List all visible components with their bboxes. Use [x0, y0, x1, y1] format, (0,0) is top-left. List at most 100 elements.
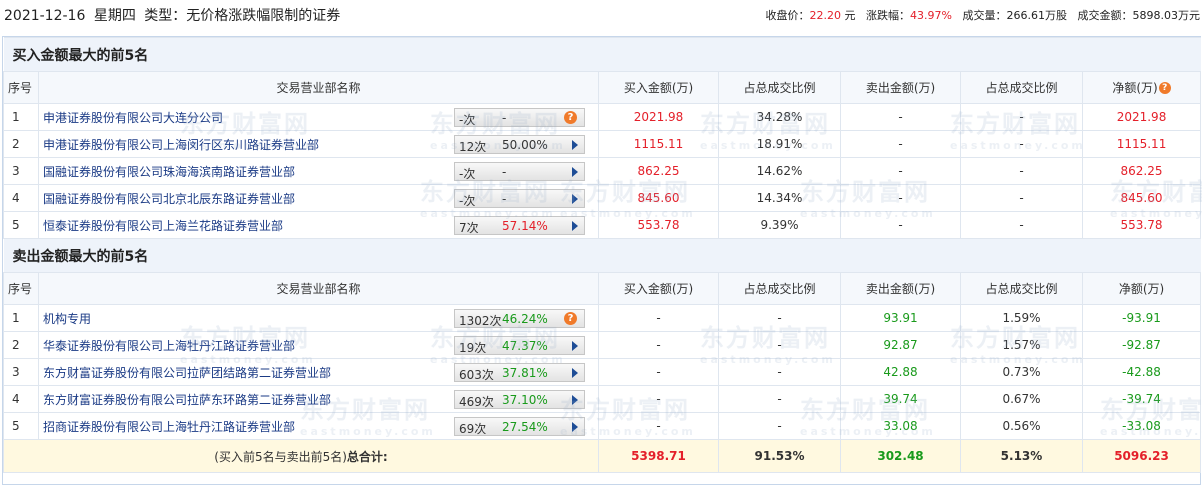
- broker-name-cell: 东方财富证券股份有限公司拉萨团结路第二证券营业部 603次 37.81%: [38, 358, 599, 386]
- net-amount: -33.08: [1081, 412, 1202, 440]
- broker-name-cell: 申港证券股份有限公司上海闵行区东川路证券营业部 12次 50.00%: [38, 130, 599, 158]
- table-row: 5 恒泰证券股份有限公司上海兰花路证券营业部 7次 57.14% 553.78 9.39%…: [3, 211, 1202, 239]
- win-rate: 50.00%: [502, 138, 548, 152]
- col-idx: 序号: [3, 272, 39, 305]
- broker-name-cell: 招商证券股份有限公司上海牡丹江路证券营业部 69次 27.54%: [38, 412, 599, 440]
- sell-amount: -: [840, 157, 961, 185]
- broker-name-cell: 机构专用 1302次 46.24%?: [38, 304, 599, 332]
- broker-history-pill[interactable]: 12次 50.00%: [454, 135, 585, 154]
- total-label-prefix: (买入前5名与卖出前5名): [214, 449, 347, 464]
- arrow-right-icon[interactable]: [572, 368, 578, 378]
- arrow-right-icon[interactable]: [572, 422, 578, 432]
- col-idx: 序号: [3, 71, 39, 104]
- change-label: 涨跌幅：: [866, 9, 911, 22]
- amount-label: 成交金额：: [1077, 9, 1133, 22]
- net-amount: 1115.11: [1081, 130, 1202, 158]
- listing-count: -次: [459, 194, 476, 208]
- broker-name-link[interactable]: 招商证券股份有限公司上海牡丹江路证券营业部: [43, 420, 295, 434]
- buy-amount: -: [598, 358, 719, 386]
- broker-name-cell: 华泰证券股份有限公司上海牡丹江路证券营业部 19次 47.37%: [38, 331, 599, 359]
- arrow-right-icon[interactable]: [572, 194, 578, 204]
- sell-amount: -: [840, 184, 961, 212]
- broker-name-link[interactable]: 华泰证券股份有限公司上海牡丹江路证券营业部: [43, 339, 295, 353]
- question-icon[interactable]: ?: [564, 111, 577, 124]
- buy-pct: -: [718, 358, 841, 386]
- win-rate: 37.10%: [502, 393, 548, 407]
- buy-amount: -: [598, 412, 719, 440]
- row-index: 3: [3, 358, 39, 386]
- broker-history-pill[interactable]: 469次 37.10%: [454, 390, 585, 409]
- arrow-right-icon[interactable]: [572, 221, 578, 231]
- col-buy: 买入金额(万): [598, 71, 719, 104]
- broker-name-cell: 国融证券股份有限公司北京北辰东路证券营业部 -次 -: [38, 184, 599, 212]
- win-rate: -: [502, 192, 507, 206]
- broker-name-cell: 国融证券股份有限公司珠海海滨南路证券营业部 -次 -: [38, 157, 599, 185]
- broker-history-pill[interactable]: 7次 57.14%: [454, 216, 585, 235]
- table-row: 2 申港证券股份有限公司上海闵行区东川路证券营业部 12次 50.00% 1115.11…: [3, 130, 1202, 158]
- col-net: 净额(万)?: [1081, 71, 1202, 104]
- sell-section-title: 卖出金额最大的前5名: [3, 238, 1201, 273]
- net-amount: 2021.98: [1081, 103, 1202, 131]
- table-row: 1 申港证券股份有限公司大连分公司 -次 -? 2021.98 34.28% - -2021.…: [3, 103, 1202, 131]
- arrow-right-icon[interactable]: [572, 140, 578, 150]
- col-name: 交易营业部名称: [38, 71, 599, 104]
- broker-history-pill[interactable]: -次 -?: [454, 108, 585, 127]
- arrow-right-icon[interactable]: [572, 167, 578, 177]
- buy-pct: 14.62%: [718, 157, 841, 185]
- net-amount: -93.91: [1081, 304, 1202, 332]
- total-label: (买入前5名与卖出前5名)总合计:: [3, 439, 599, 473]
- broker-name-link[interactable]: 国融证券股份有限公司珠海海滨南路证券营业部: [43, 165, 295, 179]
- arrow-right-icon[interactable]: [572, 341, 578, 351]
- broker-history-pill[interactable]: 69次 27.54%: [454, 417, 585, 436]
- row-index: 2: [3, 331, 39, 359]
- col-buy-pct: 占总成交比例: [718, 272, 841, 305]
- question-icon[interactable]: ?: [564, 312, 577, 325]
- close-value: 22.20: [809, 9, 842, 22]
- buy-pct: -: [718, 304, 841, 332]
- broker-name-link[interactable]: 国融证券股份有限公司北京北辰东路证券营业部: [43, 192, 295, 206]
- top-info-bar: 2021-12-16 星期四 类型：无价格涨跌幅限制的证券 收盘价：22.20 …: [0, 0, 1202, 30]
- broker-history-pill[interactable]: 603次 37.81%: [454, 363, 585, 382]
- sell-pct: -: [960, 130, 1083, 158]
- broker-name-link[interactable]: 机构专用: [43, 312, 91, 326]
- price-stats: 收盘价：22.20 元 涨跌幅：43.97% 成交量：266.61万股 成交金额…: [759, 7, 1200, 23]
- buy-amount: 1115.11: [598, 130, 719, 158]
- broker-name-cell: 恒泰证券股份有限公司上海兰花路证券营业部 7次 57.14%: [38, 211, 599, 239]
- arrow-right-icon[interactable]: [572, 395, 578, 405]
- buy-amount: 2021.98: [598, 103, 719, 131]
- broker-name-link[interactable]: 恒泰证券股份有限公司上海兰花路证券营业部: [43, 219, 283, 233]
- broker-history-pill[interactable]: 1302次 46.24%?: [454, 309, 585, 328]
- question-icon[interactable]: ?: [1158, 82, 1171, 94]
- amount-value: 5898.03万元: [1132, 9, 1201, 22]
- net-amount: -92.87: [1081, 331, 1202, 359]
- row-index: 4: [3, 184, 39, 212]
- win-rate: 27.54%: [502, 420, 548, 434]
- sell-pct: 1.57%: [960, 331, 1083, 359]
- listing-count: 19次: [459, 341, 487, 355]
- broker-name-link[interactable]: 申港证券股份有限公司上海闵行区东川路证券营业部: [43, 138, 319, 152]
- buy-amount: 862.25: [598, 157, 719, 185]
- col-buy-pct: 占总成交比例: [718, 71, 841, 104]
- broker-history-pill[interactable]: 19次 47.37%: [454, 336, 585, 355]
- broker-history-pill[interactable]: -次 -: [454, 162, 585, 181]
- table-row: 1 机构专用 1302次 46.24%? - -93.91 1.59% -93.91: [3, 304, 1202, 332]
- broker-name-link[interactable]: 东方财富证券股份有限公司拉萨东环路第二证券营业部: [43, 393, 331, 407]
- col-name: 交易营业部名称: [38, 272, 599, 305]
- broker-name-link[interactable]: 申港证券股份有限公司大连分公司: [43, 111, 223, 125]
- table-row: 3 东方财富证券股份有限公司拉萨团结路第二证券营业部 603次 37.81% - -42.…: [3, 358, 1202, 386]
- row-index: 5: [3, 412, 39, 440]
- sell-pct: -: [960, 157, 1083, 185]
- listing-count: -次: [459, 113, 476, 127]
- buy-amount: 845.60: [598, 184, 719, 212]
- broker-name-link[interactable]: 东方财富证券股份有限公司拉萨团结路第二证券营业部: [43, 366, 331, 380]
- total-row: (买入前5名与卖出前5名)总合计: 5398.71 91.53% 302.48 …: [3, 439, 1202, 473]
- buy-pct: 34.28%: [718, 103, 841, 131]
- listing-count: 1302次: [459, 314, 502, 328]
- win-rate: 46.24%: [502, 312, 548, 326]
- buy-pct: 14.34%: [718, 184, 841, 212]
- broker-history-pill[interactable]: -次 -: [454, 189, 585, 208]
- listing-count: 7次: [459, 221, 479, 235]
- sell-amount: 93.91: [840, 304, 961, 332]
- col-net: 净额(万): [1081, 272, 1202, 305]
- sell-table-header: 序号 交易营业部名称 买入金额(万) 占总成交比例 卖出金额(万) 占总成交比例…: [3, 272, 1202, 305]
